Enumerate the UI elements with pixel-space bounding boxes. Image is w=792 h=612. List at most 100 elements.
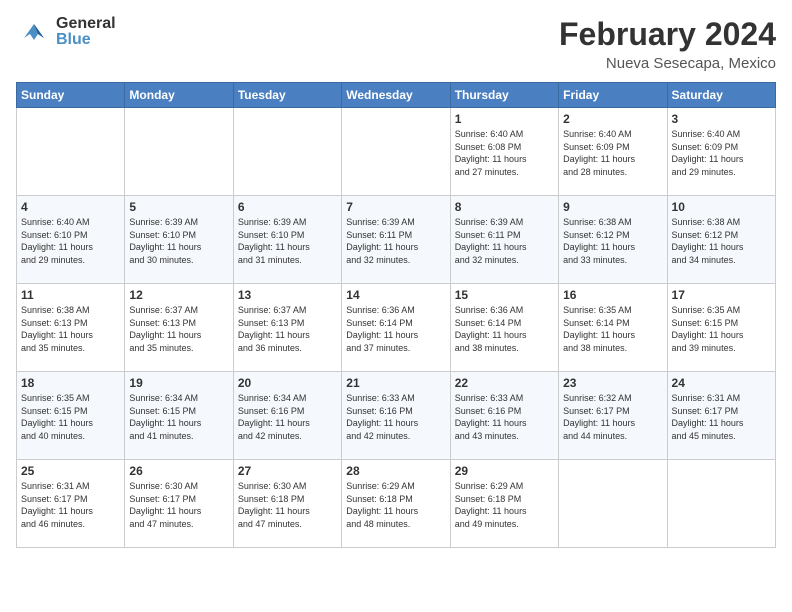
calendar-cell: 7Sunrise: 6:39 AM Sunset: 6:11 PM Daylig… [342,196,450,284]
day-number: 26 [129,464,228,478]
calendar-week-2: 11 Sunrise: 6:38 AM Sunset: 6:13 PM Dayli… [17,284,776,372]
day-info: Sunrise: 6:39 AM Sunset: 6:10 PM Dayligh… [238,216,337,266]
logo-text: General Blue [56,16,116,48]
calendar-cell: 19Sunrise: 6:34 AM Sunset: 6:15 PM Dayli… [125,372,233,460]
calendar-cell: 13Sunrise: 6:37 AM Sunset: 6:13 PM Dayli… [233,284,341,372]
col-header-saturday: Saturday [667,83,775,108]
calendar-cell [233,108,341,196]
day-number: 11 [21,288,120,302]
calendar-cell: 4 Sunrise: 6:40 AM Sunset: 6:10 PM Daylig… [17,196,125,284]
calendar-cell: 27 Sunrise: 6:30 AM Sunset: 6:18 PM Dayli… [233,460,341,548]
calendar-cell: 23Sunrise: 6:32 AM Sunset: 6:17 PM Dayli… [559,372,667,460]
day-info: Sunrise: 6:30 AM Sunset: 6:17 PM Dayligh… [129,480,228,530]
day-info: Sunrise: 6:38 AM Sunset: 6:12 PM Dayligh… [672,216,771,266]
col-header-tuesday: Tuesday [233,83,341,108]
day-number: 27 [238,464,337,478]
day-number: 1 [455,112,554,126]
day-info: Sunrise: 6:33 AM Sunset: 6:16 PM Dayligh… [455,392,554,442]
col-header-friday: Friday [559,83,667,108]
day-info: Sunrise: 6:38 AM Sunset: 6:12 PM Dayligh… [563,216,662,266]
calendar-cell [559,460,667,548]
day-info: Sunrise: 6:34 AM Sunset: 6:15 PM Dayligh… [129,392,228,442]
day-number: 28 [346,464,445,478]
day-number: 9 [563,200,662,214]
day-number: 7 [346,200,445,214]
day-number: 15 [455,288,554,302]
calendar-cell: 22Sunrise: 6:33 AM Sunset: 6:16 PM Dayli… [450,372,558,460]
day-number: 17 [672,288,771,302]
day-info: Sunrise: 6:35 AM Sunset: 6:14 PM Dayligh… [563,304,662,354]
calendar-week-1: 4 Sunrise: 6:40 AM Sunset: 6:10 PM Daylig… [17,196,776,284]
calendar-cell: 2 Sunrise: 6:40 AM Sunset: 6:09 PM Daylig… [559,108,667,196]
calendar-cell: 24Sunrise: 6:31 AM Sunset: 6:17 PM Dayli… [667,372,775,460]
day-number: 21 [346,376,445,390]
logo-blue: Blue [56,32,116,48]
calendar-cell: 12 Sunrise: 6:37 AM Sunset: 6:13 PM Dayli… [125,284,233,372]
col-header-thursday: Thursday [450,83,558,108]
day-info: Sunrise: 6:40 AM Sunset: 6:08 PM Dayligh… [455,128,554,178]
day-number: 2 [563,112,662,126]
col-header-sunday: Sunday [17,83,125,108]
calendar-cell: 14 Sunrise: 6:36 AM Sunset: 6:14 PM Dayli… [342,284,450,372]
day-number: 14 [346,288,445,302]
day-info: Sunrise: 6:37 AM Sunset: 6:13 PM Dayligh… [238,304,337,354]
day-number: 12 [129,288,228,302]
calendar-cell [342,108,450,196]
month-year-title: February 2024 [559,16,776,53]
day-info: Sunrise: 6:29 AM Sunset: 6:18 PM Dayligh… [455,480,554,530]
calendar-cell: 8Sunrise: 6:39 AM Sunset: 6:11 PM Daylig… [450,196,558,284]
day-number: 3 [672,112,771,126]
calendar-cell: 15 Sunrise: 6:36 AM Sunset: 6:14 PM Dayli… [450,284,558,372]
day-info: Sunrise: 6:29 AM Sunset: 6:18 PM Dayligh… [346,480,445,530]
logo-icon [16,18,52,46]
day-info: Sunrise: 6:33 AM Sunset: 6:16 PM Dayligh… [346,392,445,442]
day-info: Sunrise: 6:38 AM Sunset: 6:13 PM Dayligh… [21,304,120,354]
calendar-cell: 25 Sunrise: 6:31 AM Sunset: 6:17 PM Dayli… [17,460,125,548]
day-info: Sunrise: 6:39 AM Sunset: 6:10 PM Dayligh… [129,216,228,266]
day-number: 5 [129,200,228,214]
calendar-cell: 11 Sunrise: 6:38 AM Sunset: 6:13 PM Dayli… [17,284,125,372]
calendar-cell [667,460,775,548]
calendar-week-0: 1 Sunrise: 6:40 AM Sunset: 6:08 PM Daylig… [17,108,776,196]
calendar-header-row: SundayMondayTuesdayWednesdayThursdayFrid… [17,83,776,108]
calendar-cell: 5 Sunrise: 6:39 AM Sunset: 6:10 PM Daylig… [125,196,233,284]
day-info: Sunrise: 6:36 AM Sunset: 6:14 PM Dayligh… [455,304,554,354]
day-number: 4 [21,200,120,214]
calendar-cell: 17 Sunrise: 6:35 AM Sunset: 6:15 PM Dayli… [667,284,775,372]
col-header-wednesday: Wednesday [342,83,450,108]
day-info: Sunrise: 6:30 AM Sunset: 6:18 PM Dayligh… [238,480,337,530]
day-info: Sunrise: 6:36 AM Sunset: 6:14 PM Dayligh… [346,304,445,354]
day-info: Sunrise: 6:39 AM Sunset: 6:11 PM Dayligh… [455,216,554,266]
day-info: Sunrise: 6:31 AM Sunset: 6:17 PM Dayligh… [21,480,120,530]
page-header: General Blue February 2024 Nueva Sesecap… [16,16,776,72]
calendar-cell: 28 Sunrise: 6:29 AM Sunset: 6:18 PM Dayli… [342,460,450,548]
calendar-cell: 20Sunrise: 6:34 AM Sunset: 6:16 PM Dayli… [233,372,341,460]
calendar-cell: 1 Sunrise: 6:40 AM Sunset: 6:08 PM Daylig… [450,108,558,196]
day-number: 23 [563,376,662,390]
day-info: Sunrise: 6:40 AM Sunset: 6:09 PM Dayligh… [563,128,662,178]
day-number: 25 [21,464,120,478]
day-info: Sunrise: 6:35 AM Sunset: 6:15 PM Dayligh… [21,392,120,442]
col-header-monday: Monday [125,83,233,108]
day-info: Sunrise: 6:40 AM Sunset: 6:09 PM Dayligh… [672,128,771,178]
calendar-cell: 26 Sunrise: 6:30 AM Sunset: 6:17 PM Dayli… [125,460,233,548]
day-info: Sunrise: 6:34 AM Sunset: 6:16 PM Dayligh… [238,392,337,442]
calendar-cell: 16 Sunrise: 6:35 AM Sunset: 6:14 PM Dayli… [559,284,667,372]
day-number: 16 [563,288,662,302]
day-number: 29 [455,464,554,478]
location-subtitle: Nueva Sesecapa, Mexico [559,55,776,72]
calendar-cell [125,108,233,196]
calendar-week-4: 25 Sunrise: 6:31 AM Sunset: 6:17 PM Dayli… [17,460,776,548]
calendar-table: SundayMondayTuesdayWednesdayThursdayFrid… [16,82,776,548]
calendar-cell: 3 Sunrise: 6:40 AM Sunset: 6:09 PM Daylig… [667,108,775,196]
logo-general: General [56,16,116,32]
calendar-cell: 29 Sunrise: 6:29 AM Sunset: 6:18 PM Dayli… [450,460,558,548]
calendar-cell: 21 Sunrise: 6:33 AM Sunset: 6:16 PM Dayli… [342,372,450,460]
day-number: 6 [238,200,337,214]
day-info: Sunrise: 6:40 AM Sunset: 6:10 PM Dayligh… [21,216,120,266]
day-number: 18 [21,376,120,390]
day-info: Sunrise: 6:31 AM Sunset: 6:17 PM Dayligh… [672,392,771,442]
day-info: Sunrise: 6:37 AM Sunset: 6:13 PM Dayligh… [129,304,228,354]
calendar-cell [17,108,125,196]
day-info: Sunrise: 6:35 AM Sunset: 6:15 PM Dayligh… [672,304,771,354]
